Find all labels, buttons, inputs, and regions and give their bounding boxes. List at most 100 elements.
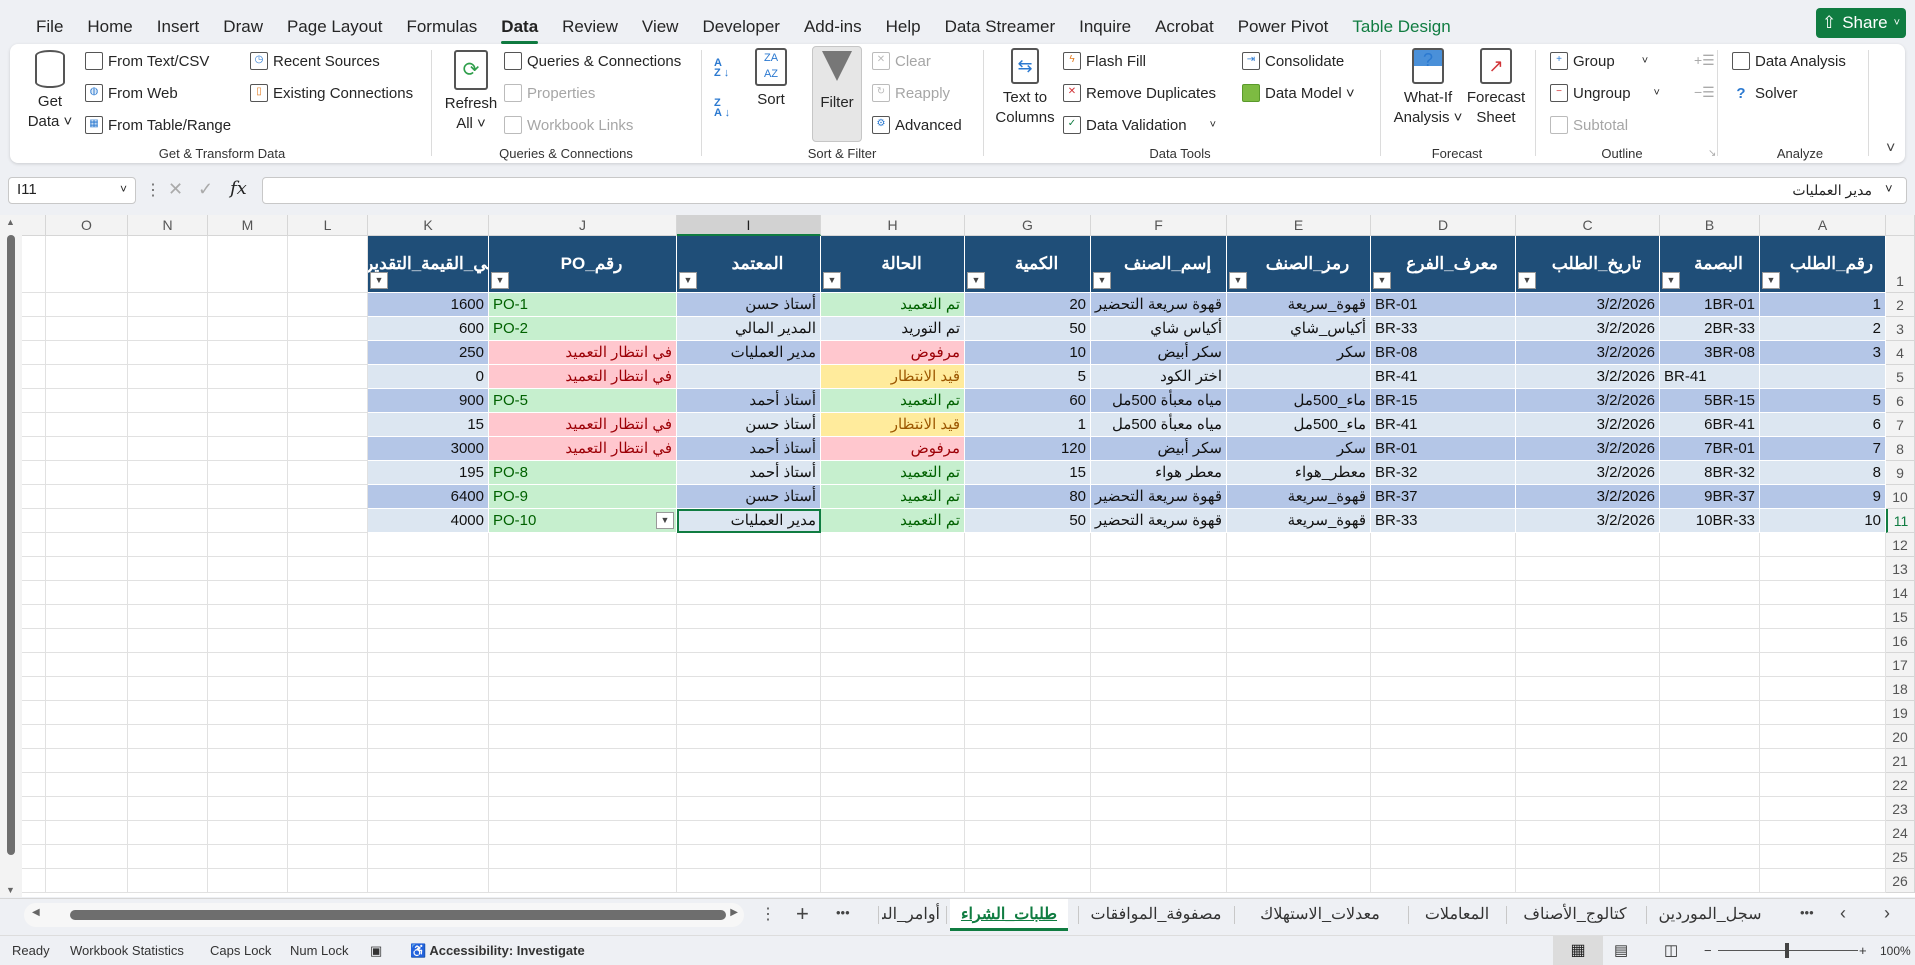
filter-dropdown-button[interactable]: ▼	[491, 272, 509, 289]
table-cell-a4[interactable]: 3	[1760, 341, 1886, 365]
cell[interactable]	[46, 677, 128, 701]
cell[interactable]	[1516, 845, 1660, 869]
cell[interactable]	[208, 869, 288, 893]
vertical-scroll-thumb[interactable]	[7, 235, 15, 855]
cell[interactable]	[288, 677, 368, 701]
cell[interactable]	[489, 869, 677, 893]
cell[interactable]	[1660, 797, 1760, 821]
sort-ascending-button[interactable]: AZ ↓	[714, 58, 729, 79]
cell[interactable]	[22, 509, 46, 533]
cell[interactable]	[1660, 725, 1760, 749]
table-cell-j2[interactable]: PO-1	[489, 293, 677, 317]
horizontal-scroll-thumb[interactable]	[70, 910, 726, 920]
cell[interactable]	[1760, 629, 1886, 653]
table-cell-f9[interactable]: معطر هواء	[1091, 461, 1227, 485]
next-sheet-icon[interactable]: ›	[1884, 903, 1890, 924]
table-cell-i8[interactable]: أستاذ أحمد	[677, 437, 821, 461]
cell[interactable]	[288, 365, 368, 389]
table-cell-e10[interactable]: قهوة_سريعة	[1227, 485, 1371, 509]
row-header[interactable]: 16	[1886, 629, 1915, 653]
row-header[interactable]: 11	[1886, 509, 1915, 533]
tab-view[interactable]: View	[630, 10, 691, 44]
cell[interactable]	[288, 293, 368, 317]
cell[interactable]	[22, 821, 46, 845]
cell[interactable]	[1371, 533, 1516, 557]
cell[interactable]	[1760, 677, 1886, 701]
cell[interactable]	[46, 725, 128, 749]
cell[interactable]	[46, 773, 128, 797]
cell[interactable]	[965, 773, 1091, 797]
cell[interactable]	[1091, 629, 1227, 653]
cell[interactable]	[128, 701, 208, 725]
tab-data[interactable]: Data	[489, 10, 550, 44]
ungroup-button[interactable]: − Ungroup ˅	[1550, 80, 1660, 106]
cell[interactable]	[677, 749, 821, 773]
column-header-g[interactable]: G	[965, 215, 1091, 236]
table-cell-g8[interactable]: 120	[965, 437, 1091, 461]
row-header[interactable]: 4	[1886, 341, 1915, 365]
cell[interactable]	[46, 317, 128, 341]
tab-help[interactable]: Help	[874, 10, 933, 44]
table-cell-e11[interactable]: قهوة_سريعة	[1227, 509, 1371, 533]
cell[interactable]	[965, 677, 1091, 701]
cell[interactable]	[1516, 821, 1660, 845]
cell[interactable]	[1227, 797, 1371, 821]
table-cell-c4[interactable]: 3/2/2026	[1516, 341, 1660, 365]
cell[interactable]	[208, 773, 288, 797]
add-sheet-button[interactable]: +	[796, 901, 809, 927]
table-cell-c6[interactable]: 3/2/2026	[1516, 389, 1660, 413]
column-header-d[interactable]: D	[1371, 215, 1516, 236]
table-cell-d9[interactable]: BR-32	[1371, 461, 1516, 485]
cell[interactable]	[1516, 653, 1660, 677]
table-cell-a2[interactable]: 1	[1760, 293, 1886, 317]
table-cell-h2[interactable]: تم التعميد	[821, 293, 965, 317]
cell[interactable]	[128, 797, 208, 821]
cell[interactable]	[22, 389, 46, 413]
reapply-button[interactable]: ↻ Reapply	[872, 80, 950, 106]
cell[interactable]	[489, 605, 677, 629]
show-detail-icon[interactable]: +☰	[1694, 52, 1715, 69]
cell[interactable]	[1371, 821, 1516, 845]
cell[interactable]	[368, 725, 489, 749]
table-cell-a9[interactable]: 8	[1760, 461, 1886, 485]
tab-draw[interactable]: Draw	[211, 10, 275, 44]
table-cell-k10[interactable]: 6400	[368, 485, 489, 509]
cell[interactable]	[22, 605, 46, 629]
tab-acrobat[interactable]: Acrobat	[1143, 10, 1226, 44]
column-header-partial[interactable]	[22, 215, 46, 236]
cell[interactable]	[1227, 653, 1371, 677]
table-header-cell[interactable]: رمز_الصنف ▼	[1227, 236, 1371, 293]
cell[interactable]	[489, 773, 677, 797]
row-header[interactable]: 17	[1886, 653, 1915, 677]
cell[interactable]	[677, 845, 821, 869]
cell[interactable]	[821, 677, 965, 701]
hide-detail-icon[interactable]: −☰	[1694, 84, 1715, 101]
tab-file[interactable]: File	[24, 10, 75, 44]
column-header-m[interactable]: M	[208, 215, 288, 236]
cell[interactable]	[46, 389, 128, 413]
table-cell-c7[interactable]: 3/2/2026	[1516, 413, 1660, 437]
cell[interactable]	[1227, 629, 1371, 653]
cell[interactable]	[128, 461, 208, 485]
cell[interactable]	[22, 485, 46, 509]
cell[interactable]	[208, 485, 288, 509]
row-header[interactable]: 18	[1886, 677, 1915, 701]
cell[interactable]	[1091, 533, 1227, 557]
cell[interactable]	[1227, 749, 1371, 773]
cell[interactable]	[1760, 749, 1886, 773]
table-cell-h8[interactable]: مرفوض	[821, 437, 965, 461]
filter-dropdown-button[interactable]: ▼	[1373, 272, 1391, 289]
table-cell-j6[interactable]: PO-5	[489, 389, 677, 413]
cell[interactable]	[489, 557, 677, 581]
cell[interactable]	[288, 701, 368, 725]
cell[interactable]	[46, 341, 128, 365]
cell[interactable]	[1227, 581, 1371, 605]
cell[interactable]	[22, 653, 46, 677]
table-cell-a5[interactable]	[1760, 365, 1886, 389]
table-cell-g3[interactable]: 50	[965, 317, 1091, 341]
cell[interactable]	[22, 413, 46, 437]
column-header-i[interactable]: I	[677, 215, 821, 236]
table-cell-a11[interactable]: 10	[1760, 509, 1886, 533]
cell[interactable]	[677, 701, 821, 725]
tab-page-layout[interactable]: Page Layout	[275, 10, 394, 44]
